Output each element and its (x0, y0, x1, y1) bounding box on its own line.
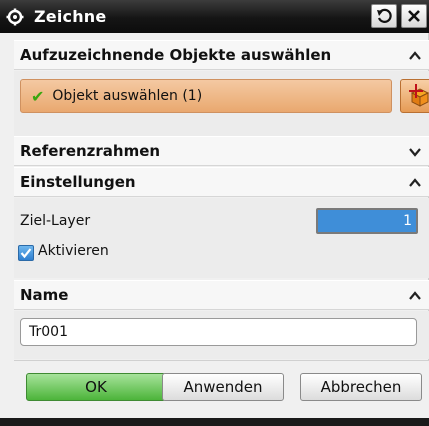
cancel-button[interactable]: Abbrechen (300, 373, 422, 401)
title-bar[interactable]: Zeichne (0, 0, 429, 33)
dialog-window: Zeichne Aufzuzeichnende Objekte auswähle… (0, 0, 429, 426)
select-object-icon (409, 84, 429, 107)
section-header-objects[interactable]: Aufzuzeichnende Objekte auswählen (14, 40, 429, 70)
target-layer-label: Ziel-Layer (20, 213, 91, 229)
apply-button[interactable]: Anwenden (162, 373, 284, 401)
activate-checkbox[interactable] (18, 245, 34, 261)
target-layer-input[interactable]: 1 (316, 208, 418, 234)
section-header-reference[interactable]: Referenzrahmen (14, 136, 429, 166)
dialog-title: Zeichne (34, 7, 107, 26)
section-body-objects: ✔ Objekt auswählen (1) (14, 71, 429, 136)
select-object-label: Objekt auswählen (1) (52, 88, 203, 104)
section-title-reference: Referenzrahmen (20, 142, 161, 160)
chevron-up-icon[interactable] (407, 175, 423, 191)
gear-icon (4, 6, 26, 28)
button-bar: OK Anwenden Abbrechen (14, 360, 429, 418)
section-header-settings[interactable]: Einstellungen (14, 167, 429, 197)
close-icon[interactable] (401, 4, 427, 28)
chevron-up-icon[interactable] (407, 288, 423, 304)
window-bottom-edge (0, 418, 429, 426)
name-input[interactable]: Tr001 (20, 318, 417, 346)
section-title-name: Name (20, 286, 69, 304)
section-header-name[interactable]: Name (14, 280, 429, 310)
section-title-settings: Einstellungen (20, 173, 136, 191)
check-icon: ✔ (31, 86, 45, 106)
select-object-row[interactable]: ✔ Objekt auswählen (1) (20, 79, 392, 113)
reset-icon[interactable] (371, 4, 397, 28)
chevron-up-icon[interactable] (407, 48, 423, 64)
ok-button[interactable]: OK (26, 373, 166, 401)
section-title-objects: Aufzuzeichnende Objekte auswählen (20, 46, 332, 64)
select-object-button[interactable] (400, 79, 429, 113)
activate-label: Aktivieren (38, 243, 109, 259)
chevron-down-icon[interactable] (407, 144, 423, 160)
check-icon (20, 248, 32, 259)
